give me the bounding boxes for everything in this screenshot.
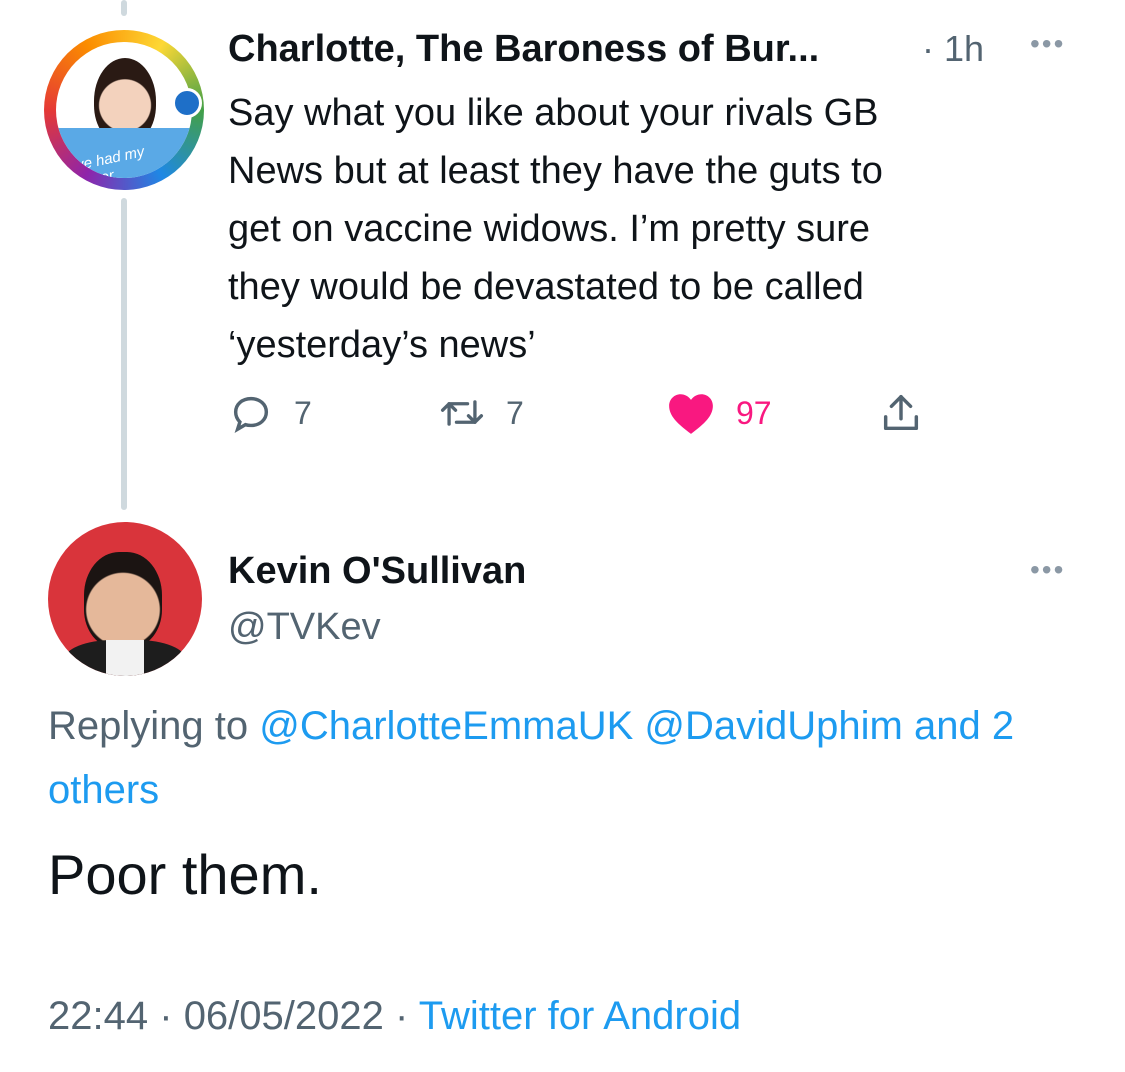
author-name[interactable]: Kevin O'Sullivan <box>228 550 526 593</box>
avatar[interactable]: I've had my dinner <box>44 30 204 190</box>
avatar-collar <box>106 640 144 676</box>
replying-prefix: Replying to <box>48 704 249 748</box>
thread-connector <box>121 198 127 510</box>
share-icon <box>878 390 924 436</box>
separator: · <box>159 994 173 1038</box>
more-options-icon[interactable]: ••• <box>1030 30 1065 58</box>
more-options-icon[interactable]: ••• <box>1030 556 1065 584</box>
avatar-face <box>84 552 162 648</box>
tweet-date[interactable]: 06/05/2022 <box>184 994 384 1038</box>
retweet-count: 7 <box>506 394 524 431</box>
tweet-timestamp: 22:44 · 06/05/2022 · Twitter for Android <box>48 994 741 1039</box>
author-name[interactable]: Charlotte, The Baroness of Bur... <box>228 28 819 71</box>
mention-link[interactable]: @DavidUphim <box>644 704 902 748</box>
heart-icon <box>666 390 716 436</box>
tweet-time[interactable]: · 1h <box>922 28 984 70</box>
heart-badge-icon <box>172 88 202 118</box>
like-button[interactable]: 97 <box>666 390 772 436</box>
replying-and[interactable]: and <box>914 704 981 748</box>
reply-icon <box>228 390 274 436</box>
thread-connector-top <box>121 0 127 16</box>
like-count: 97 <box>736 394 772 431</box>
replying-to: Replying to @CharlotteEmmaUK @DavidUphim… <box>48 694 1088 822</box>
share-button[interactable] <box>878 390 924 436</box>
separator: · <box>395 994 409 1038</box>
tweet-text: Poor them. <box>48 843 322 906</box>
retweet-button[interactable]: 7 <box>438 390 524 436</box>
reply-button[interactable]: 7 <box>228 390 312 436</box>
tweet-actions: 7 7 97 <box>228 390 948 446</box>
reply-count: 7 <box>294 394 312 431</box>
retweet-icon <box>438 390 486 436</box>
avatar[interactable] <box>48 522 202 676</box>
source-link[interactable]: Twitter for Android <box>419 994 741 1038</box>
author-handle[interactable]: @TVKev <box>228 606 381 649</box>
avatar-image: I've had my dinner <box>56 42 192 178</box>
tweet-time[interactable]: 22:44 <box>48 994 148 1038</box>
mention-link[interactable]: @CharlotteEmmaUK <box>259 704 633 748</box>
tweet-text: Say what you like about your rivals GB N… <box>228 92 883 366</box>
